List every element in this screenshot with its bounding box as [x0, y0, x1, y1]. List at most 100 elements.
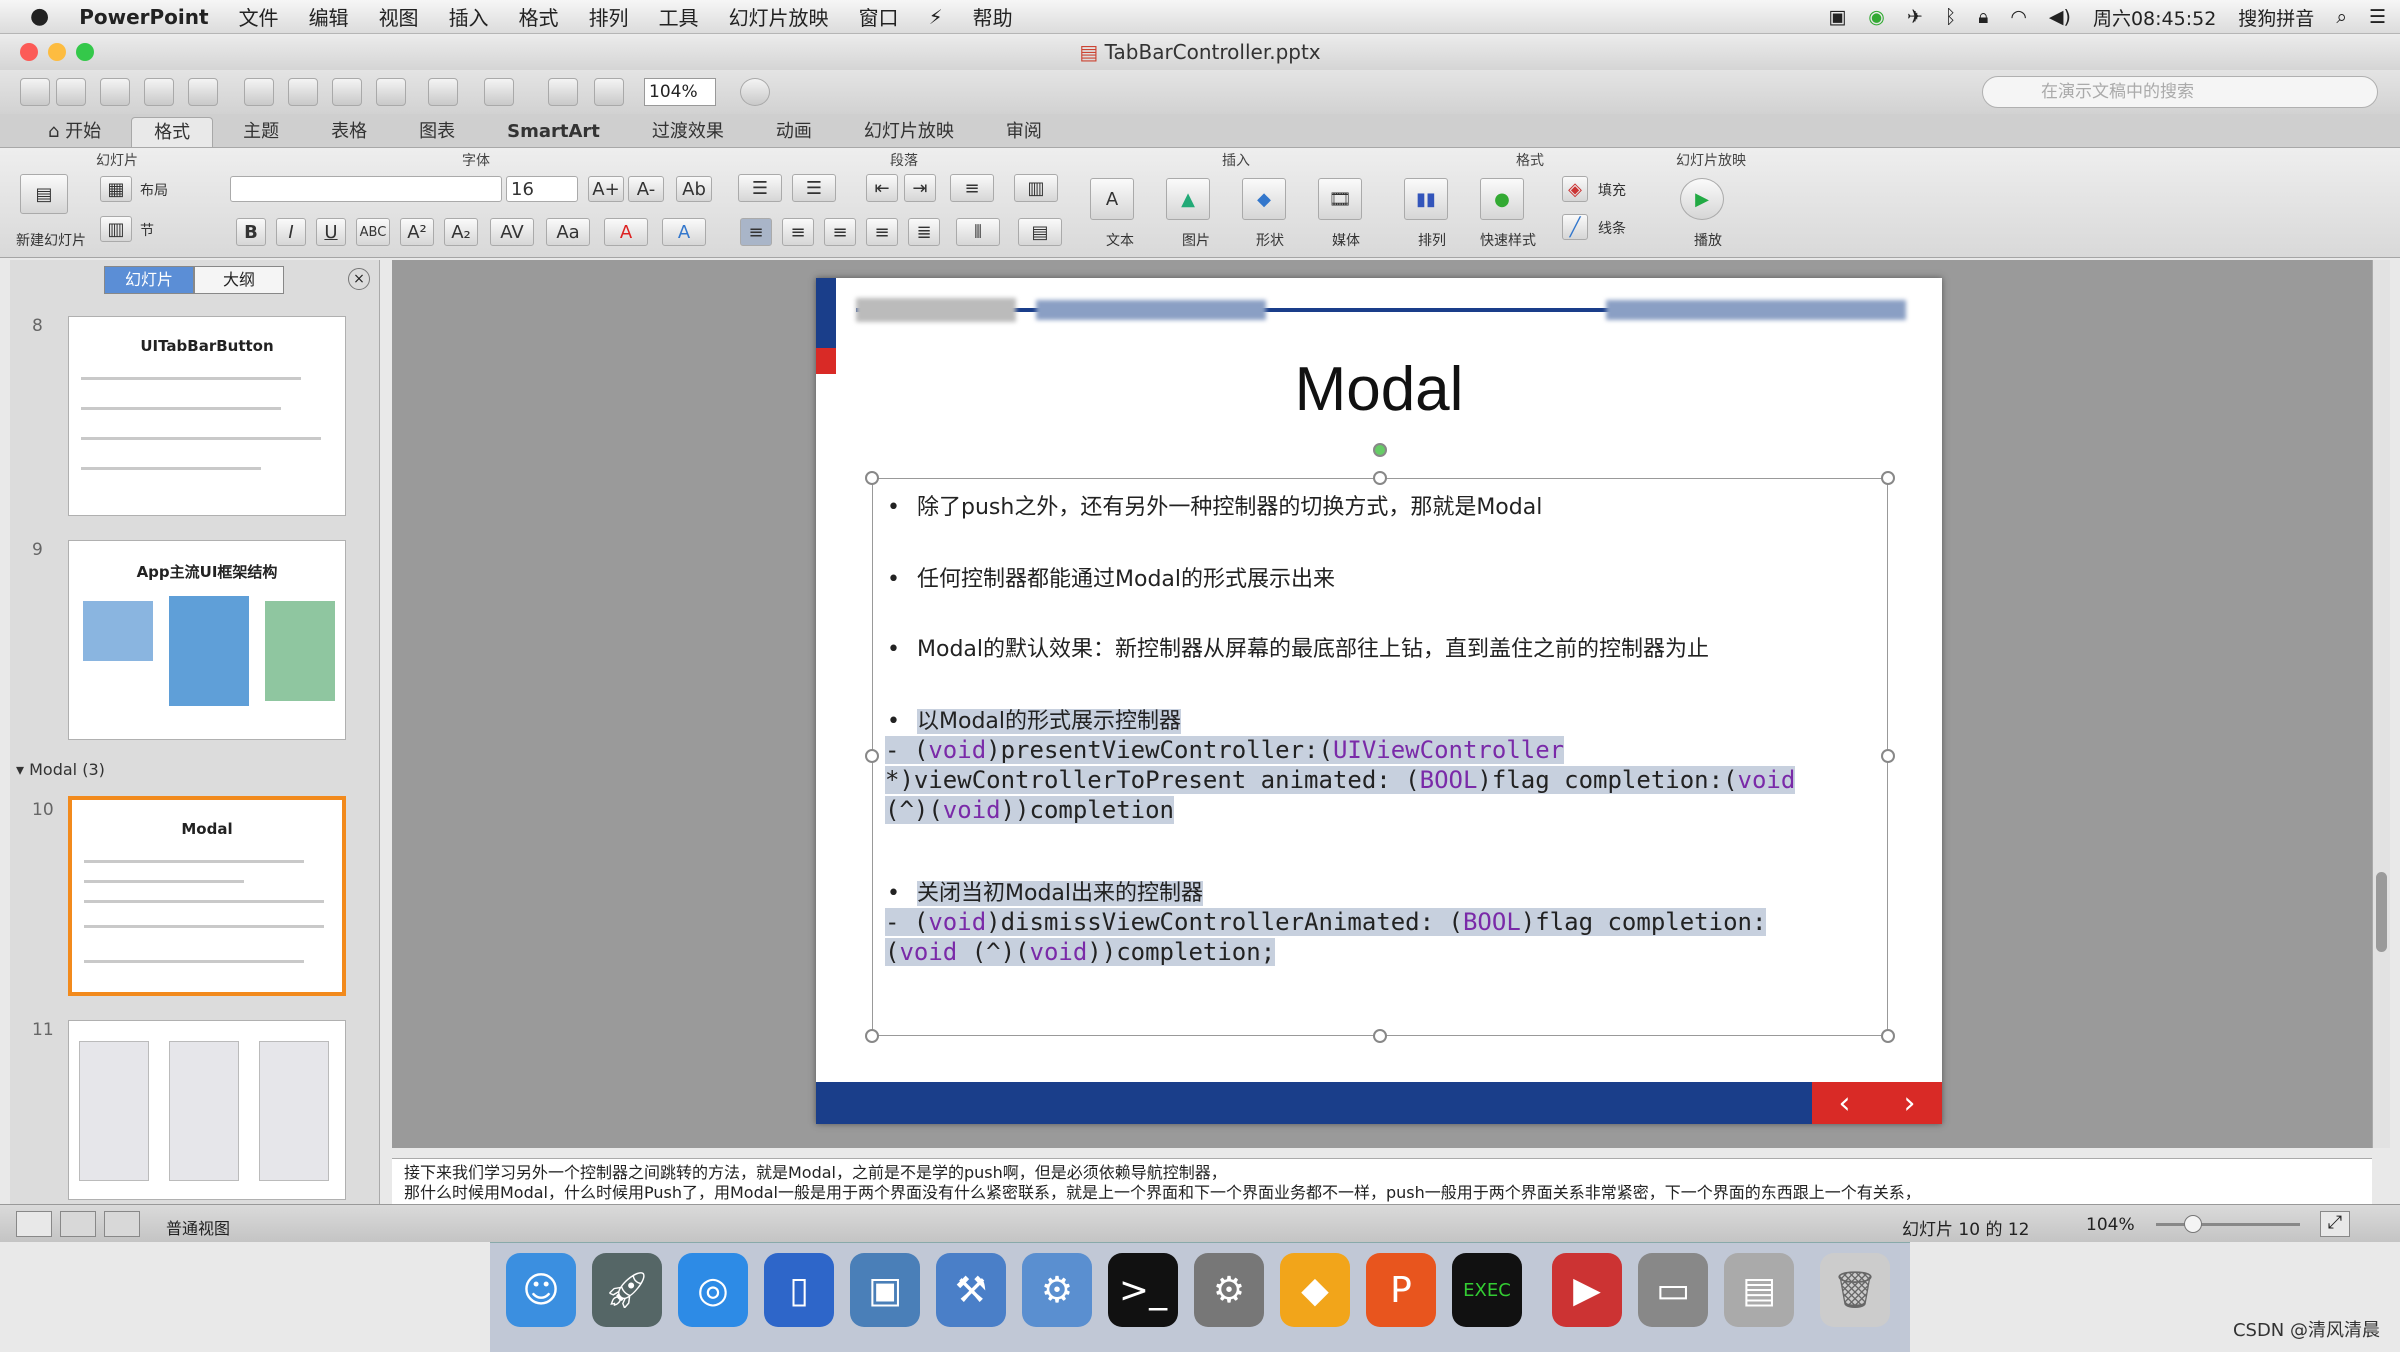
instruments-icon[interactable]: ⚙	[1022, 1253, 1092, 1327]
slide-thumbnail-8[interactable]: UITabBarButton	[68, 316, 346, 516]
char-spacing-icon[interactable]: AV	[490, 218, 534, 246]
bullets-icon[interactable]: ☰	[738, 174, 782, 202]
line-label[interactable]: 线条	[1598, 218, 1626, 238]
resize-handle[interactable]	[865, 749, 879, 763]
xcode-icon[interactable]: ⚒	[936, 1253, 1006, 1327]
font-size-input[interactable]: 16	[506, 176, 578, 202]
scrollbar-thumb[interactable]	[2376, 872, 2387, 952]
decrease-indent-icon[interactable]: ⇤	[866, 174, 898, 202]
close-window-button[interactable]	[20, 43, 38, 61]
font-color-icon[interactable]: A	[604, 218, 648, 246]
slide-thumbnail-10[interactable]: Modal	[68, 796, 346, 996]
redo-icon[interactable]	[484, 78, 514, 106]
terminal-icon[interactable]: >_	[1108, 1253, 1178, 1327]
text-direction-icon[interactable]: ⫴	[956, 218, 1000, 246]
system-preferences-icon[interactable]: ⚙	[1194, 1253, 1264, 1327]
numbering-icon[interactable]: ☰	[792, 174, 836, 202]
new-slide-icon[interactable]: ▤	[20, 174, 68, 214]
help-icon[interactable]	[740, 78, 770, 106]
line-spacing-icon[interactable]: ≡	[950, 174, 994, 202]
resize-handle[interactable]	[1881, 749, 1895, 763]
menu-arrange[interactable]: 排列	[589, 2, 629, 31]
powerpoint-icon[interactable]: P	[1366, 1253, 1436, 1327]
safari-icon[interactable]: ◎	[678, 1253, 748, 1327]
volume-icon[interactable]: ◀︎)	[2049, 6, 2071, 28]
console-icon[interactable]: EXEC	[1452, 1253, 1522, 1327]
resize-handle[interactable]	[865, 1029, 879, 1043]
zoom-slider[interactable]	[2156, 1223, 2300, 1226]
layout-label[interactable]: 布局	[140, 180, 168, 200]
current-slide[interactable]: Modal • 除了push之外，还有另外一种控制器的切换方式，那就是Modal …	[816, 278, 1942, 1124]
notes-pane[interactable]: 接下来我们学习另外一个控制器之间跳转的方法，就是Modal，之前是不是学的pus…	[392, 1158, 2372, 1204]
new-icon[interactable]	[20, 78, 50, 106]
font-name-input[interactable]	[230, 176, 502, 202]
distribute-icon[interactable]: ≣	[908, 218, 940, 246]
zoom-slider-thumb[interactable]	[2184, 1215, 2202, 1233]
resize-handle[interactable]	[1373, 471, 1387, 485]
justify-icon[interactable]: ≡	[866, 218, 898, 246]
quick-styles-icon[interactable]: ●	[1480, 178, 1524, 220]
tab-themes[interactable]: 主题	[221, 117, 301, 147]
finder-icon[interactable]: ☺	[506, 1253, 576, 1327]
photos-icon[interactable]: ▣	[850, 1253, 920, 1327]
slide-thumbnail-9[interactable]: App主流UI框架结构	[68, 540, 346, 740]
next-arrow-icon[interactable]: ›	[1904, 1086, 1916, 1121]
strikethrough-icon[interactable]: ABC	[356, 218, 390, 246]
tab-outline-view[interactable]: 大纲	[194, 266, 284, 294]
sync-icon[interactable]: ◉	[1868, 6, 1885, 28]
preview-icon[interactable]: ▤	[1724, 1253, 1794, 1327]
play-icon[interactable]: ▶	[1680, 178, 1724, 220]
layout-icon[interactable]: ▦	[100, 176, 132, 202]
tab-charts[interactable]: 图表	[397, 117, 477, 147]
save-icon[interactable]	[144, 78, 174, 106]
menu-insert[interactable]: 插入	[449, 2, 489, 31]
resize-handle[interactable]	[1881, 1029, 1895, 1043]
fill-label[interactable]: 填充	[1598, 180, 1626, 200]
arrange-icon[interactable]: ▮▮	[1404, 178, 1448, 220]
menu-edit[interactable]: 编辑	[309, 2, 349, 31]
tab-smartart[interactable]: SmartArt	[485, 117, 622, 147]
menu-view[interactable]: 视图	[379, 2, 419, 31]
resize-handle[interactable]	[865, 471, 879, 485]
copy-icon[interactable]	[288, 78, 318, 106]
menu-script-icon[interactable]: ⚡	[929, 5, 943, 29]
airplane-icon[interactable]: ✈	[1907, 6, 1923, 28]
search-input[interactable]: 在演示文稿中的搜索	[1982, 76, 2378, 108]
menu-help[interactable]: 帮助	[973, 2, 1013, 31]
zoom-select[interactable]: 104%	[644, 78, 716, 106]
grow-font-icon[interactable]: A+	[588, 176, 624, 202]
resize-handle[interactable]	[1373, 1029, 1387, 1043]
vertical-scrollbar[interactable]	[2372, 260, 2390, 1148]
line-icon[interactable]: ╱	[1562, 214, 1588, 240]
tab-tables[interactable]: 表格	[309, 117, 389, 147]
slideshow-icon[interactable]	[548, 78, 578, 106]
tab-transitions[interactable]: 过渡效果	[630, 117, 746, 147]
screenflow-icon[interactable]: ▶	[1552, 1253, 1622, 1327]
align-text-icon[interactable]: ▤	[1018, 218, 1062, 246]
undo-icon[interactable]	[428, 78, 458, 106]
close-panel-icon[interactable]: ×	[348, 268, 370, 290]
tab-review[interactable]: 审阅	[984, 117, 1064, 147]
columns-icon[interactable]: ▥	[1014, 174, 1058, 202]
lock-icon[interactable]: 🔒︎	[1978, 6, 1988, 28]
menu-app-name[interactable]: PowerPoint	[79, 5, 208, 29]
wifi-icon[interactable]: ◠	[2010, 6, 2027, 28]
align-left-icon[interactable]: ≡	[740, 218, 772, 246]
apple-menu-icon[interactable]: ●	[30, 4, 49, 29]
align-center-icon[interactable]: ≡	[782, 218, 814, 246]
cut-icon[interactable]	[244, 78, 274, 106]
tab-home[interactable]: ⌂ 开始	[26, 117, 123, 147]
section-label[interactable]: 节	[140, 220, 154, 240]
spotlight-icon[interactable]: ⌕	[2336, 6, 2347, 28]
sketch-icon[interactable]: ◆	[1280, 1253, 1350, 1327]
text-box-icon[interactable]: A	[1090, 178, 1134, 220]
zoom-window-button[interactable]	[76, 43, 94, 61]
notification-center-icon[interactable]: ☰	[2369, 6, 2386, 28]
minimize-window-button[interactable]	[48, 43, 66, 61]
align-right-icon[interactable]: ≡	[824, 218, 856, 246]
slide-title[interactable]: Modal	[816, 354, 1942, 425]
text-effects-icon[interactable]: A	[662, 218, 706, 246]
underline-icon[interactable]: U	[316, 218, 346, 246]
shape-icon[interactable]: ◆	[1242, 178, 1286, 220]
launchpad-icon[interactable]: 🚀︎	[592, 1253, 662, 1327]
